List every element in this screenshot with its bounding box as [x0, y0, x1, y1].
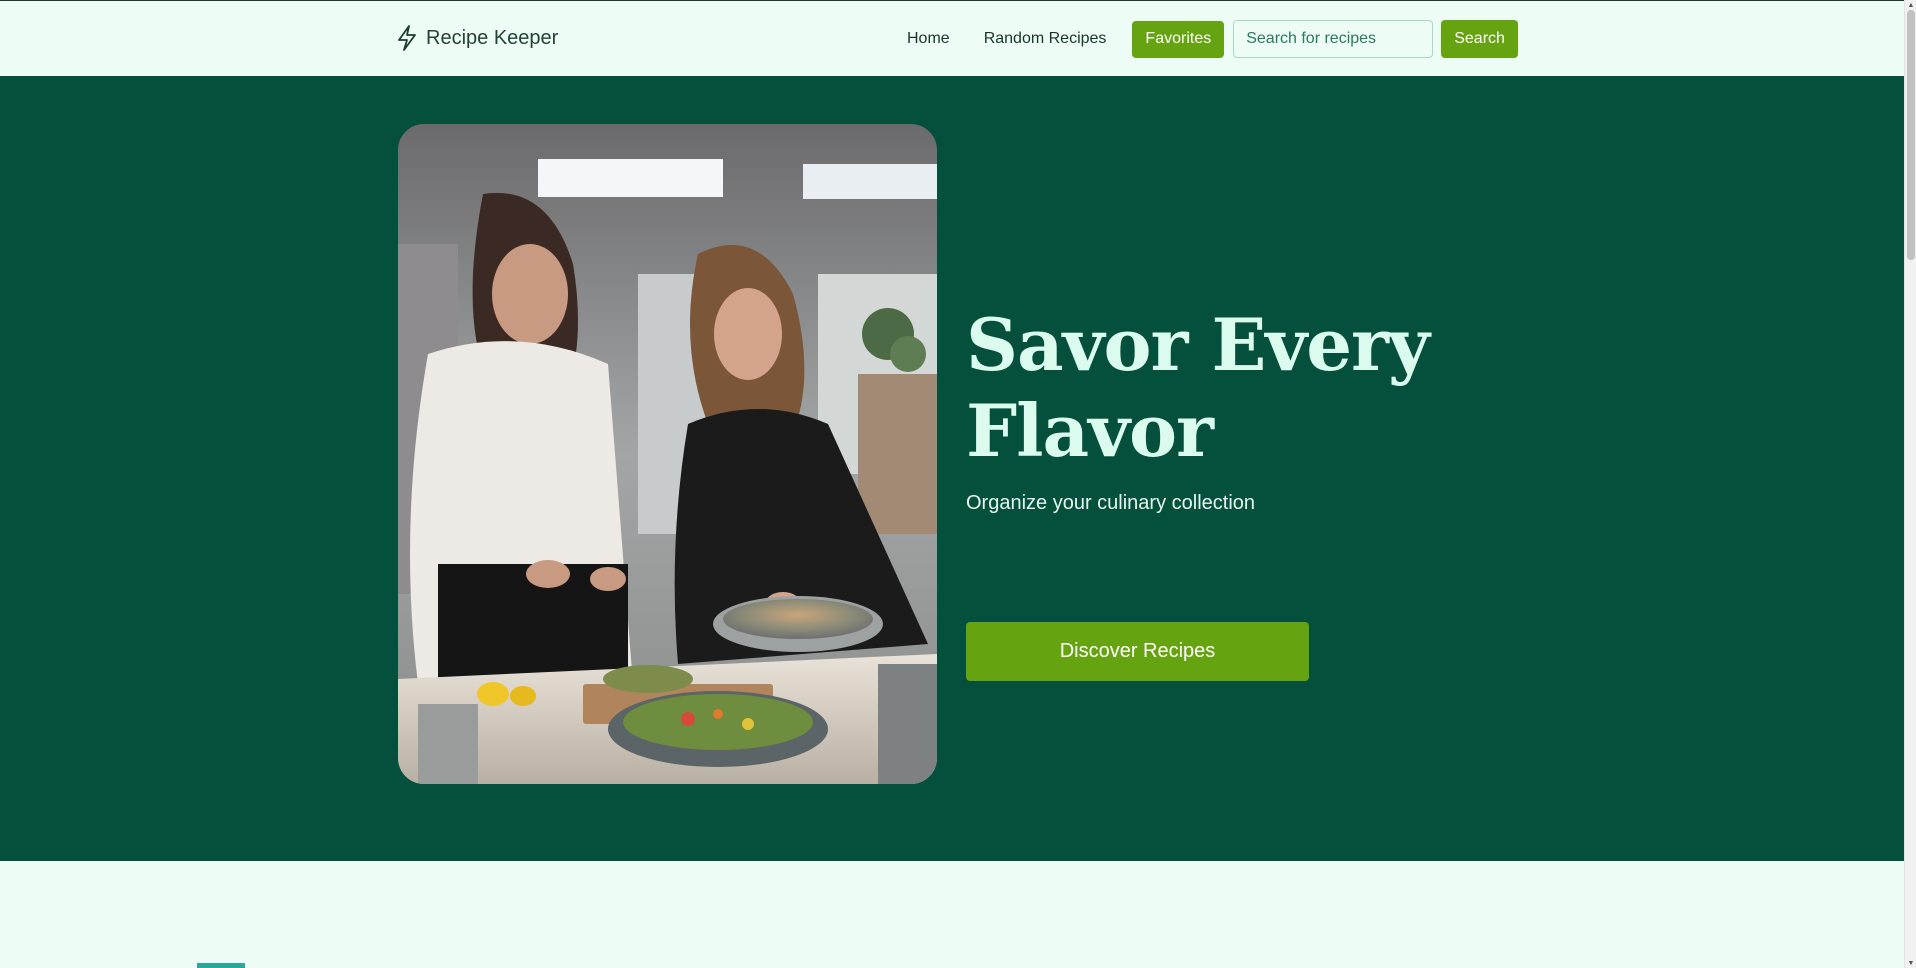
vertical-scrollbar[interactable]: ▲ ▼ [1904, 0, 1916, 968]
hero-section: Savor Every Flavor Organize your culinar… [0, 76, 1904, 861]
search-button[interactable]: Search [1441, 20, 1518, 58]
section-accent-bar [197, 963, 245, 968]
hero-content: Savor Every Flavor Organize your culinar… [966, 302, 1486, 681]
nav-link-home[interactable]: Home [895, 20, 962, 58]
brand-link[interactable]: Recipe Keeper [396, 25, 558, 51]
nav-link-random-recipes[interactable]: Random Recipes [972, 20, 1119, 58]
scroll-down-arrow-icon[interactable]: ▼ [1905, 958, 1916, 968]
favorites-button[interactable]: Favorites [1132, 20, 1225, 58]
scroll-up-arrow-icon[interactable]: ▲ [1905, 0, 1916, 10]
lightning-bolt-icon [398, 25, 416, 51]
hero-image [398, 124, 937, 784]
nav-links: Home Random Recipes Favorites Search [895, 20, 1518, 58]
hero-title: Savor Every Flavor [966, 302, 1430, 473]
discover-recipes-button[interactable]: Discover Recipes [966, 622, 1309, 681]
brand-name: Recipe Keeper [426, 26, 559, 49]
navbar: Recipe Keeper Home Random Recipes Favori… [0, 0, 1904, 76]
hero-subtitle: Organize your culinary collection [966, 492, 1256, 514]
search-input[interactable] [1233, 20, 1434, 58]
scroll-thumb[interactable] [1907, 10, 1915, 260]
lower-section [0, 861, 1904, 968]
